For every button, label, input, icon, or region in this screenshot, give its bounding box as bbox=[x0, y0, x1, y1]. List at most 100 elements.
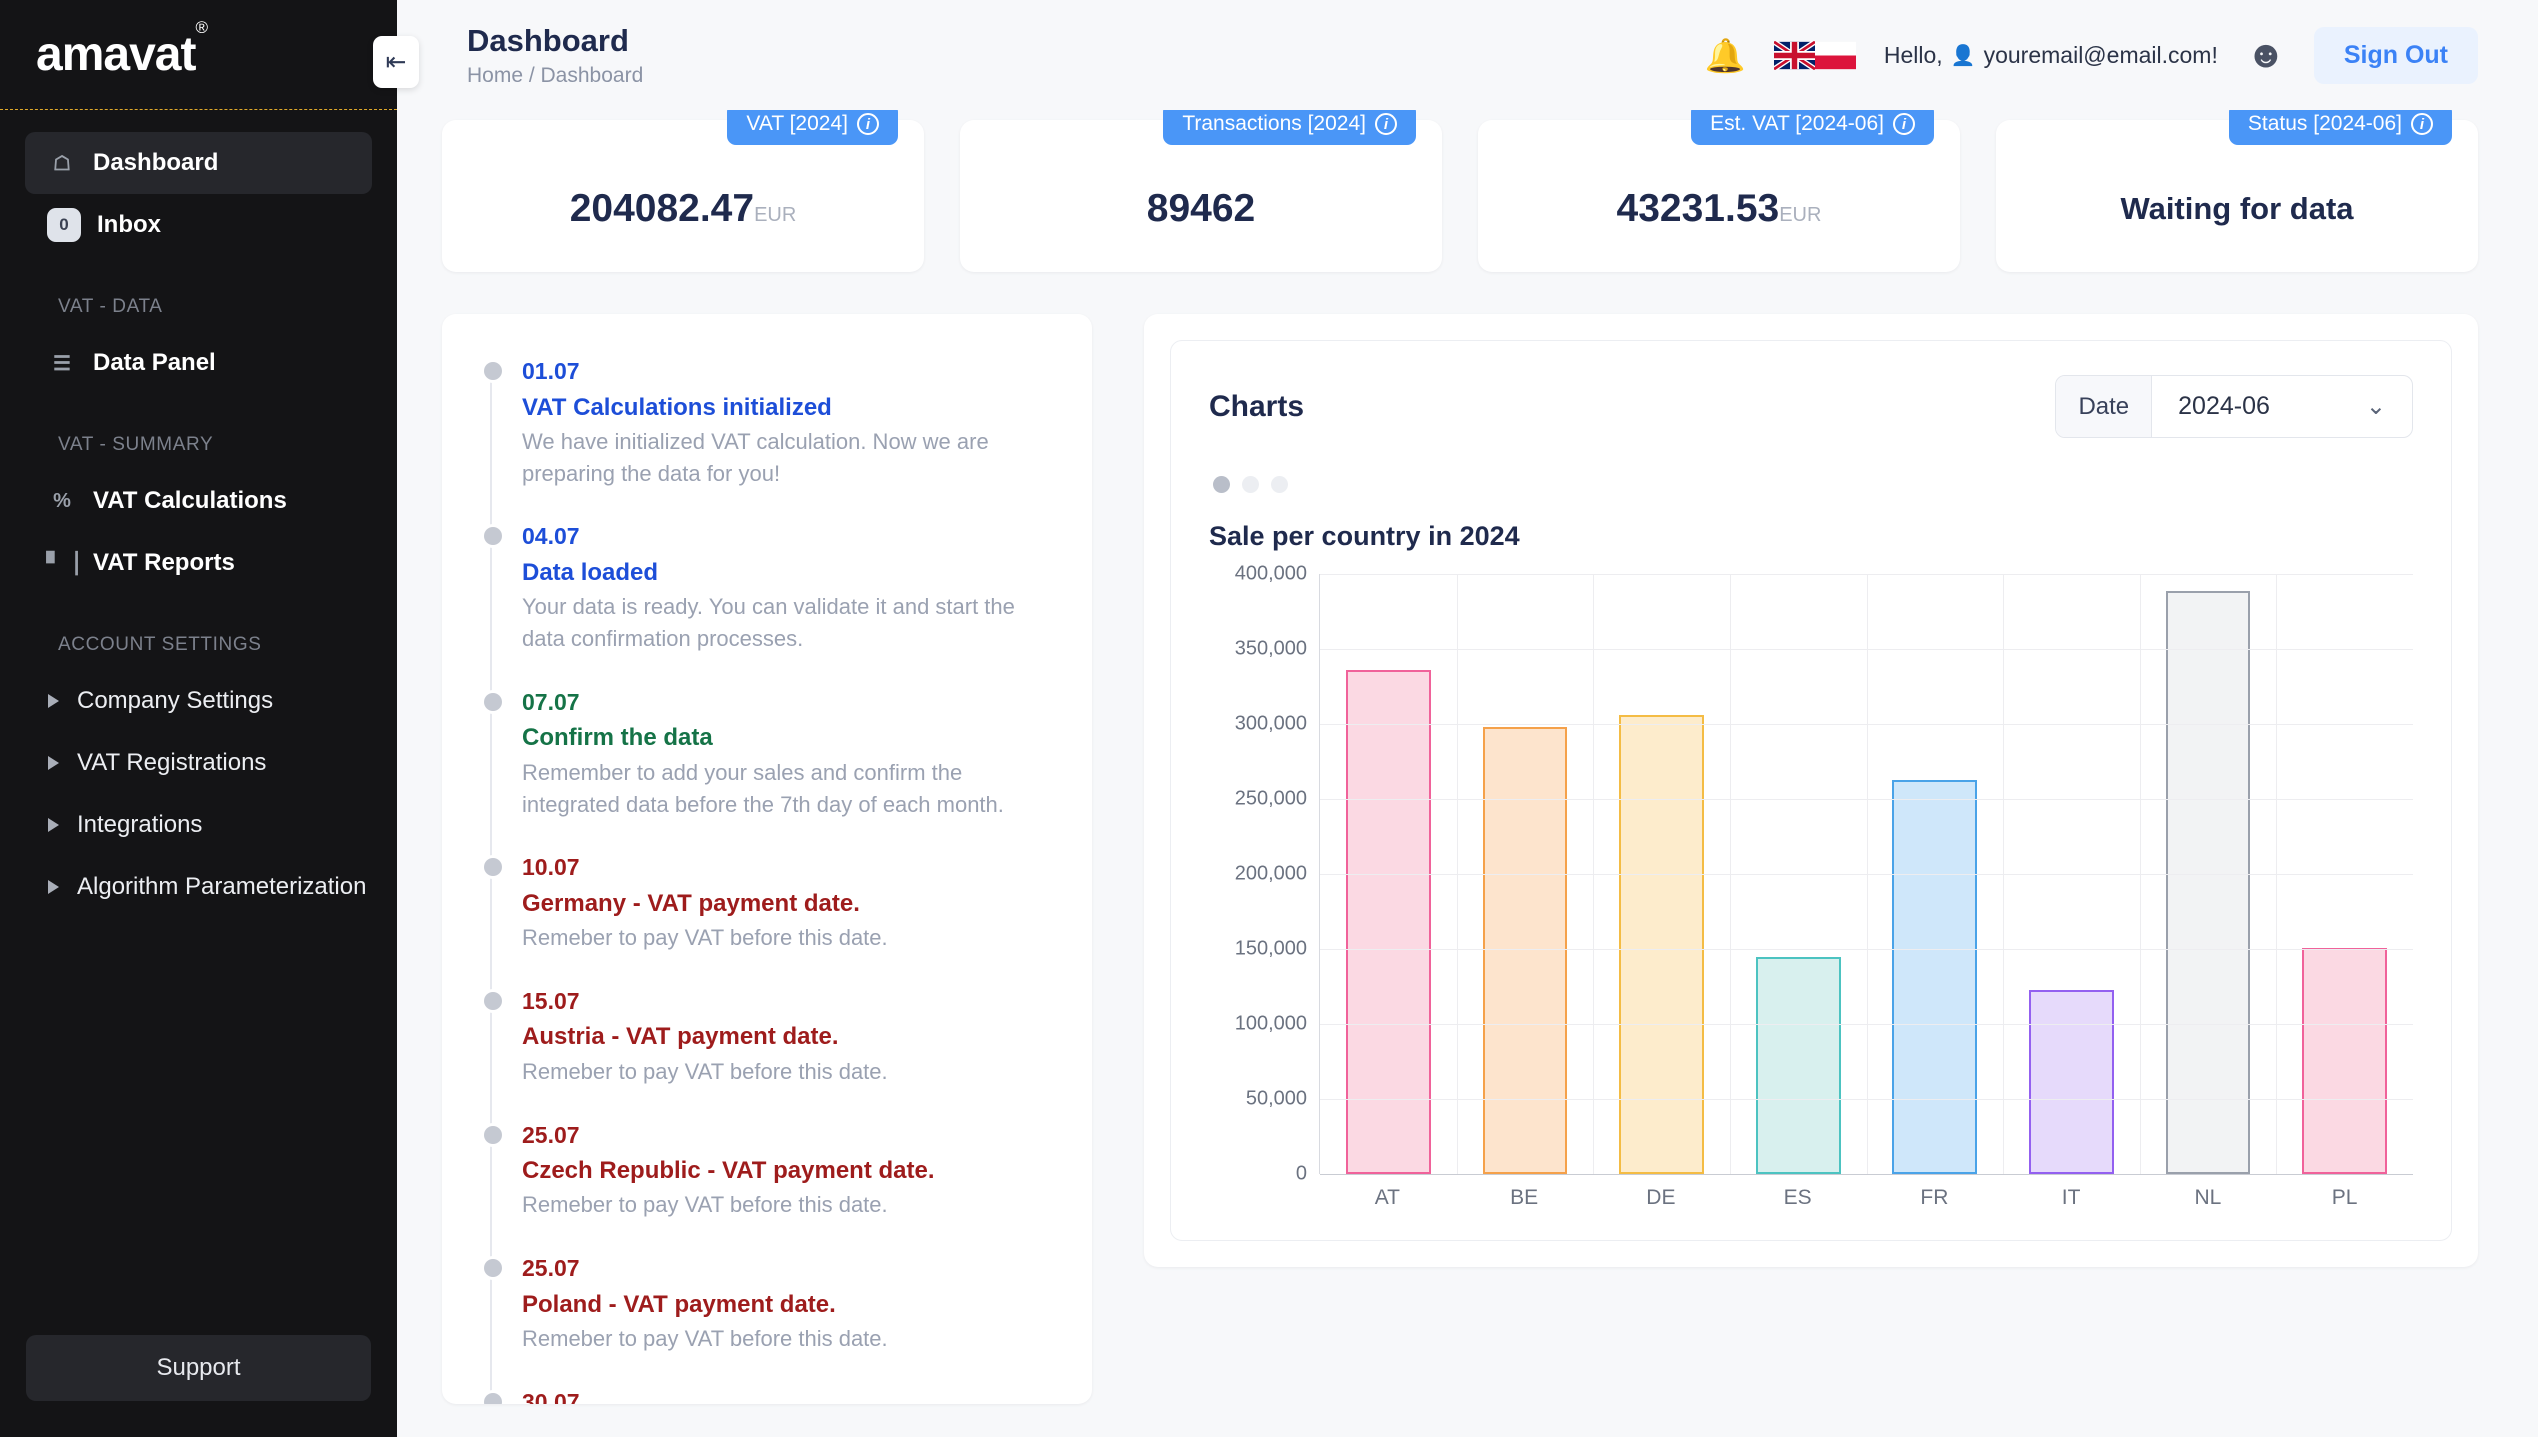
info-icon[interactable]: i bbox=[1375, 113, 1397, 135]
carousel-dot[interactable] bbox=[1271, 476, 1288, 493]
sidebar-item-vat-registrations[interactable]: VAT Registrations bbox=[0, 732, 397, 794]
sign-out-button[interactable]: Sign Out bbox=[2314, 27, 2478, 84]
timeline-title: Poland - VAT payment date. bbox=[522, 1286, 1058, 1323]
chart-bar[interactable] bbox=[1756, 957, 1841, 1175]
timeline-dot-icon bbox=[484, 1126, 502, 1144]
timeline-description: Remeber to pay VAT before this date. bbox=[522, 1056, 1058, 1088]
stat-card-transactions: Transactions [2024] i 89462 bbox=[960, 120, 1442, 272]
y-axis-tick-label: 0 bbox=[1296, 1163, 1307, 1186]
section-title-account-settings: ACCOUNT SETTINGS bbox=[58, 634, 397, 656]
sidebar-item-data-panel[interactable]: ☰ Data Panel bbox=[25, 332, 372, 394]
chart-bar[interactable] bbox=[1619, 715, 1704, 1174]
sidebar-collapse-icon[interactable]: ⇤ bbox=[373, 36, 419, 88]
carousel-dots bbox=[1213, 476, 2413, 493]
top-bar: Dashboard Home / Dashboard 🔔 bbox=[397, 0, 2538, 110]
sidebar-item-vat-reports[interactable]: ▘▕ VAT Reports bbox=[25, 532, 372, 594]
chart-plot: 050,000100,000150,000200,000250,000300,0… bbox=[1209, 574, 2413, 1174]
timeline-date: 04.07 bbox=[522, 519, 1058, 554]
breadcrumb: Home / Dashboard bbox=[467, 64, 643, 88]
home-icon: ☖ bbox=[47, 148, 77, 178]
x-axis-tick-label: BE bbox=[1456, 1186, 1593, 1210]
charts-inner: Charts Date 2024-06 ⌄ Sale per country i… bbox=[1170, 340, 2452, 1241]
chart-vertical-gridline bbox=[2140, 574, 2141, 1174]
lower-row: 01.07VAT Calculations initializedWe have… bbox=[442, 314, 2478, 1404]
carousel-dot[interactable] bbox=[1242, 476, 1259, 493]
timeline-title: Germany - VAT payment date. bbox=[522, 885, 1058, 922]
support-button[interactable]: Support bbox=[26, 1335, 371, 1401]
sidebar-item-label: Algorithm Parameterization bbox=[77, 873, 366, 901]
x-axis-tick-label: IT bbox=[2003, 1186, 2140, 1210]
user-greeting: Hello, 👤 youremail@email.com! bbox=[1884, 42, 2218, 69]
stat-card-vat: VAT [2024] i 204082.47EUR bbox=[442, 120, 924, 272]
date-select[interactable]: Date 2024-06 ⌄ bbox=[2055, 375, 2413, 438]
y-axis-tick-label: 400,000 bbox=[1235, 563, 1307, 586]
notification-bell-icon[interactable]: 🔔 bbox=[1705, 39, 1746, 72]
chart-gridline bbox=[1320, 1174, 2413, 1175]
timeline-date: 25.07 bbox=[522, 1118, 1058, 1153]
timeline-dot-icon bbox=[484, 527, 502, 545]
y-axis-tick-label: 100,000 bbox=[1235, 1013, 1307, 1036]
timeline-description: We have initialized VAT calculation. Now… bbox=[522, 426, 1058, 490]
timeline-date: 01.07 bbox=[522, 354, 1058, 389]
date-select-value: 2024-06 bbox=[2178, 392, 2270, 421]
chart-bar[interactable] bbox=[2166, 591, 2251, 1175]
timeline-date: 07.07 bbox=[522, 685, 1058, 720]
y-axis-tick-label: 50,000 bbox=[1246, 1088, 1307, 1111]
chart-bar[interactable] bbox=[1483, 727, 1568, 1174]
date-select-label: Date bbox=[2056, 376, 2152, 437]
timeline-date: 25.07 bbox=[522, 1251, 1058, 1286]
language-switcher[interactable] bbox=[1774, 41, 1856, 70]
card-badge: VAT [2024] i bbox=[727, 110, 898, 145]
sidebar-item-inbox[interactable]: 0 Inbox bbox=[25, 194, 372, 256]
sidebar: amavat® ⇤ ☖ Dashboard 0 Inbox VAT - DATA… bbox=[0, 0, 397, 1437]
poland-flag-icon bbox=[1815, 41, 1856, 70]
app-logo: amavat® bbox=[36, 27, 207, 82]
timeline-description: Remeber to pay VAT before this date. bbox=[522, 922, 1058, 954]
sidebar-item-algorithm-parameterization[interactable]: Algorithm Parameterization bbox=[0, 856, 397, 918]
user-avatar-icon[interactable]: ☻ bbox=[2246, 36, 2286, 74]
sidebar-item-vat-calculations[interactable]: % VAT Calculations bbox=[25, 470, 372, 532]
card-value: 89462 bbox=[1147, 187, 1255, 231]
timeline-dot-icon bbox=[484, 858, 502, 876]
chart-bar[interactable] bbox=[1892, 780, 1977, 1175]
caret-right-icon bbox=[48, 756, 59, 770]
timeline-dot-icon bbox=[484, 1393, 502, 1404]
chart-bar[interactable] bbox=[2029, 990, 2114, 1175]
sidebar-item-integrations[interactable]: Integrations bbox=[0, 794, 397, 856]
date-select-value-wrap[interactable]: 2024-06 ⌄ bbox=[2152, 376, 2412, 437]
timeline-date: 30.07 bbox=[522, 1385, 1058, 1404]
chart-y-axis: 050,000100,000150,000200,000250,000300,0… bbox=[1209, 574, 1319, 1174]
card-currency: EUR bbox=[1779, 204, 1821, 226]
timeline-title: Austria - VAT payment date. bbox=[522, 1018, 1058, 1055]
app-root: amavat® ⇤ ☖ Dashboard 0 Inbox VAT - DATA… bbox=[0, 0, 2538, 1437]
card-status-text: Waiting for data bbox=[2120, 191, 2353, 227]
carousel-dot[interactable] bbox=[1213, 476, 1230, 493]
timeline-item: 01.07VAT Calculations initializedWe have… bbox=[522, 354, 1058, 489]
timeline-card: 01.07VAT Calculations initializedWe have… bbox=[442, 314, 1092, 1404]
sidebar-item-label: Integrations bbox=[77, 811, 202, 839]
sidebar-item-company-settings[interactable]: Company Settings bbox=[0, 670, 397, 732]
sidebar-nav: ☖ Dashboard 0 Inbox VAT - DATA ☰ Data Pa… bbox=[0, 110, 397, 1335]
chart-vertical-gridline bbox=[1457, 574, 1458, 1174]
card-value-number: 204082.47 bbox=[570, 187, 754, 230]
info-icon[interactable]: i bbox=[1893, 113, 1915, 135]
x-axis-tick-label: AT bbox=[1319, 1186, 1456, 1210]
card-badge: Status [2024-06] i bbox=[2229, 110, 2452, 145]
card-badge: Transactions [2024] i bbox=[1163, 110, 1416, 145]
chart-vertical-gridline bbox=[2276, 574, 2277, 1174]
main-area: Dashboard Home / Dashboard 🔔 bbox=[397, 0, 2538, 1437]
sidebar-item-dashboard[interactable]: ☖ Dashboard bbox=[25, 132, 372, 194]
info-icon[interactable]: i bbox=[857, 113, 879, 135]
stat-card-status: Status [2024-06] i Waiting for data bbox=[1996, 120, 2478, 272]
logo-text: amavat bbox=[36, 28, 195, 81]
info-icon[interactable]: i bbox=[2411, 113, 2433, 135]
charts-title: Charts bbox=[1209, 390, 1304, 424]
chart-title: Sale per country in 2024 bbox=[1209, 521, 2413, 552]
content-area: VAT [2024] i 204082.47EUR Transactions [… bbox=[397, 110, 2538, 1437]
timeline-title: Confirm the data bbox=[522, 719, 1058, 756]
caret-right-icon bbox=[48, 694, 59, 708]
chart-bar[interactable] bbox=[2302, 948, 2387, 1175]
timeline-dot-icon bbox=[484, 992, 502, 1010]
timeline-dot-icon bbox=[484, 693, 502, 711]
timeline-description: Remember to add your sales and confirm t… bbox=[522, 757, 1058, 821]
